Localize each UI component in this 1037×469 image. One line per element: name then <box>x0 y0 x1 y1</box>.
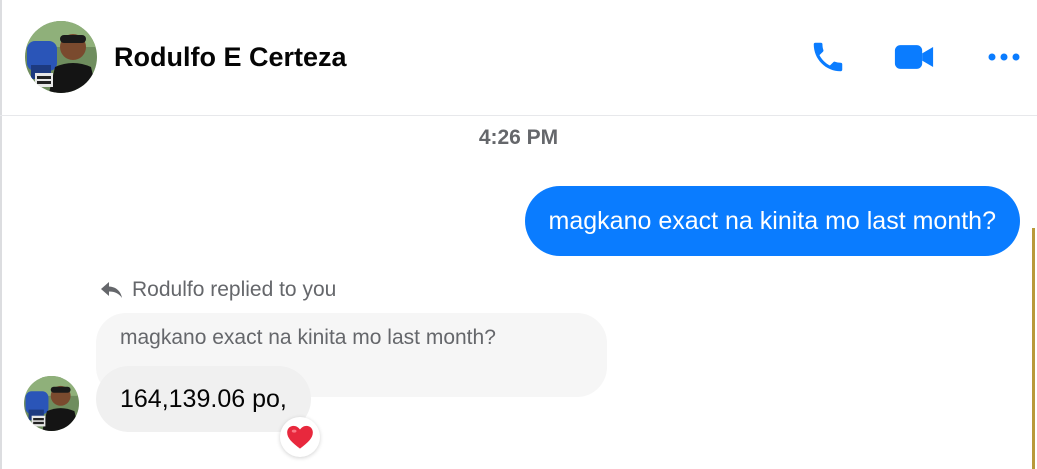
message-timestamp: 4:26 PM <box>478 126 559 149</box>
more-options-button[interactable] <box>984 37 1024 77</box>
contact-avatar-photo <box>25 21 97 93</box>
video-camera-icon <box>894 45 934 69</box>
sent-message-bubble[interactable]: magkano exact na kinita mo last month? <box>524 186 1020 256</box>
scrollbar[interactable] <box>1032 228 1035 469</box>
phone-icon <box>813 42 843 72</box>
reply-arrow-icon <box>101 282 122 298</box>
sender-avatar-photo <box>24 376 79 431</box>
heart-emoji-icon <box>287 425 313 449</box>
sender-avatar[interactable] <box>24 376 79 431</box>
video-call-button[interactable] <box>894 37 934 77</box>
voice-call-button[interactable] <box>808 37 848 77</box>
received-message-bubble[interactable]: 164,139.06 po, <box>96 366 311 432</box>
contact-avatar[interactable] <box>25 21 97 93</box>
contact-name[interactable]: Rodulfo E Certeza <box>114 42 347 73</box>
reply-indicator: Rodulfo replied to you <box>100 278 336 302</box>
reply-indicator-label: Rodulfo replied to you <box>132 278 337 301</box>
more-options-icon <box>988 53 1020 61</box>
heart-reaction[interactable] <box>280 417 320 457</box>
chat-window: Rodulfo E Certeza 4:26 PM magkano exact … <box>0 0 1037 469</box>
chat-header: Rodulfo E Certeza <box>0 0 1037 116</box>
